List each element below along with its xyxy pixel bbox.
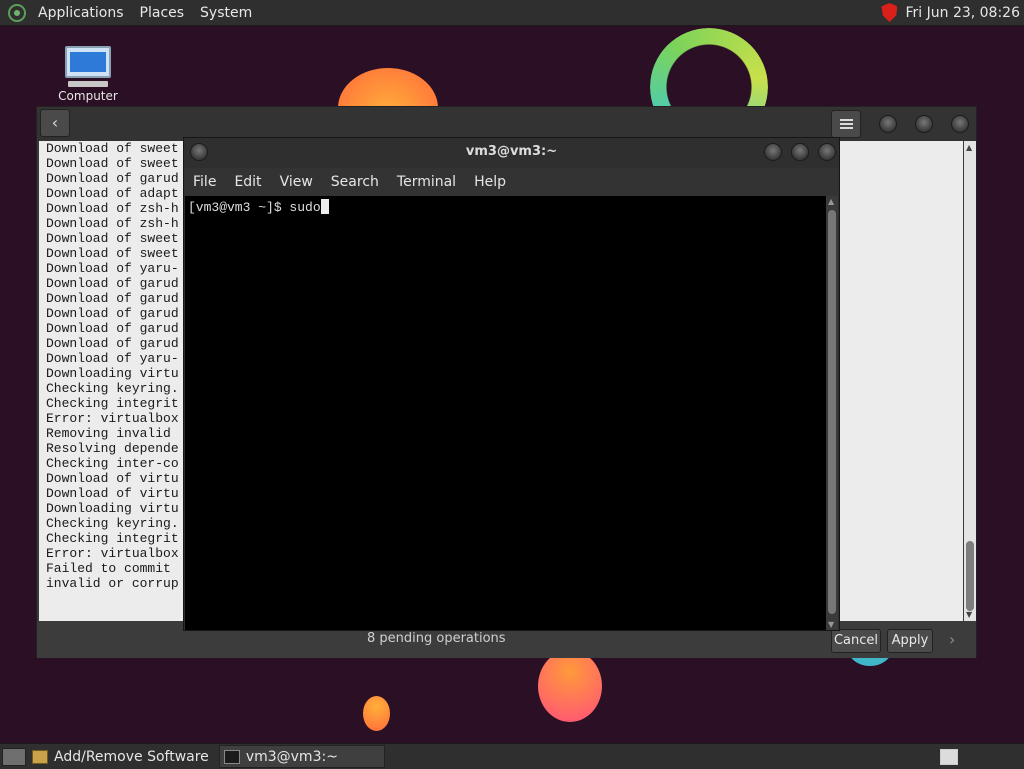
desktop-icon-computer[interactable]: Computer — [56, 46, 120, 103]
taskbar-item-add-remove-software[interactable]: Add/Remove Software — [28, 745, 217, 768]
terminal-scrollbar-thumb[interactable] — [828, 210, 836, 614]
terminal-prompt-text: [vm3@vm3 ~]$ sudo — [188, 200, 321, 215]
bottom-panel: Add/Remove Software vm3@vm3:~ — [0, 743, 1024, 769]
software-window-header: ‹ — [37, 107, 976, 141]
terminal-maximize-button[interactable] — [791, 143, 809, 161]
maximize-button[interactable] — [915, 115, 933, 133]
computer-icon — [65, 46, 111, 78]
terminal-menu-help[interactable]: Help — [465, 174, 515, 190]
top-panel: Applications Places System Fri Jun 23, 0… — [0, 0, 1024, 26]
terminal-menu-view[interactable]: View — [271, 174, 322, 190]
system-tray: Fri Jun 23, 08:26 — [881, 3, 1024, 22]
taskbar-item-label: Add/Remove Software — [54, 748, 209, 765]
terminal-title: vm3@vm3:~ — [465, 144, 558, 159]
back-button[interactable]: ‹ — [40, 109, 70, 137]
terminal-menubar: File Edit View Search Terminal Help — [184, 168, 839, 196]
terminal-titlebar[interactable]: vm3@vm3:~ — [184, 138, 839, 168]
terminal-menu-file[interactable]: File — [184, 174, 225, 190]
terminal-menu-search[interactable]: Search — [322, 174, 388, 190]
terminal-menu-edit[interactable]: Edit — [225, 174, 270, 190]
terminal-close-button[interactable] — [818, 143, 836, 161]
taskbar-item-terminal[interactable]: vm3@vm3:~ — [218, 745, 385, 768]
terminal-scroll-down-icon[interactable]: ▼ — [828, 620, 834, 629]
terminal-menu-icon[interactable] — [190, 143, 208, 161]
log-scrollbar[interactable]: ▲ ▼ — [964, 141, 976, 621]
close-button[interactable] — [951, 115, 969, 133]
terminal-output[interactable]: [vm3@vm3 ~]$ sudo — [185, 196, 827, 630]
terminal-scrollbar[interactable]: ▲ ▼ — [826, 196, 838, 630]
forward-arrow-icon[interactable]: › — [949, 630, 955, 649]
wallpaper-pink-blob — [538, 650, 602, 722]
pending-operations-label: 8 pending operations — [367, 631, 506, 646]
wallpaper-small-blob — [363, 696, 390, 731]
package-icon — [32, 749, 48, 764]
menu-applications[interactable]: Applications — [30, 5, 132, 21]
show-desktop-icon[interactable] — [2, 747, 26, 766]
cancel-button[interactable]: Cancel — [831, 629, 881, 653]
menu-places[interactable]: Places — [132, 5, 193, 21]
scroll-up-icon[interactable]: ▲ — [966, 143, 972, 152]
terminal-window: vm3@vm3:~ File Edit View Search Terminal… — [183, 137, 840, 631]
terminal-menu-terminal[interactable]: Terminal — [388, 174, 465, 190]
terminal-cursor — [320, 199, 329, 214]
clock[interactable]: Fri Jun 23, 08:26 — [905, 5, 1024, 21]
desktop-icon-label: Computer — [58, 89, 118, 103]
distro-logo-icon[interactable] — [8, 3, 26, 22]
terminal-minimize-button[interactable] — [764, 143, 782, 161]
log-scrollbar-thumb[interactable] — [966, 541, 974, 611]
terminal-icon — [223, 749, 240, 764]
apply-button[interactable]: Apply — [887, 629, 933, 653]
minimize-button[interactable] — [879, 115, 897, 133]
menu-system[interactable]: System — [192, 5, 260, 21]
shield-icon[interactable] — [881, 3, 898, 22]
taskbar-item-label: vm3@vm3:~ — [245, 748, 338, 765]
hamburger-menu-button[interactable] — [831, 110, 861, 138]
scroll-down-icon[interactable]: ▼ — [966, 610, 972, 619]
terminal-scroll-up-icon[interactable]: ▲ — [828, 197, 834, 206]
workspace-switcher[interactable] — [940, 748, 958, 765]
